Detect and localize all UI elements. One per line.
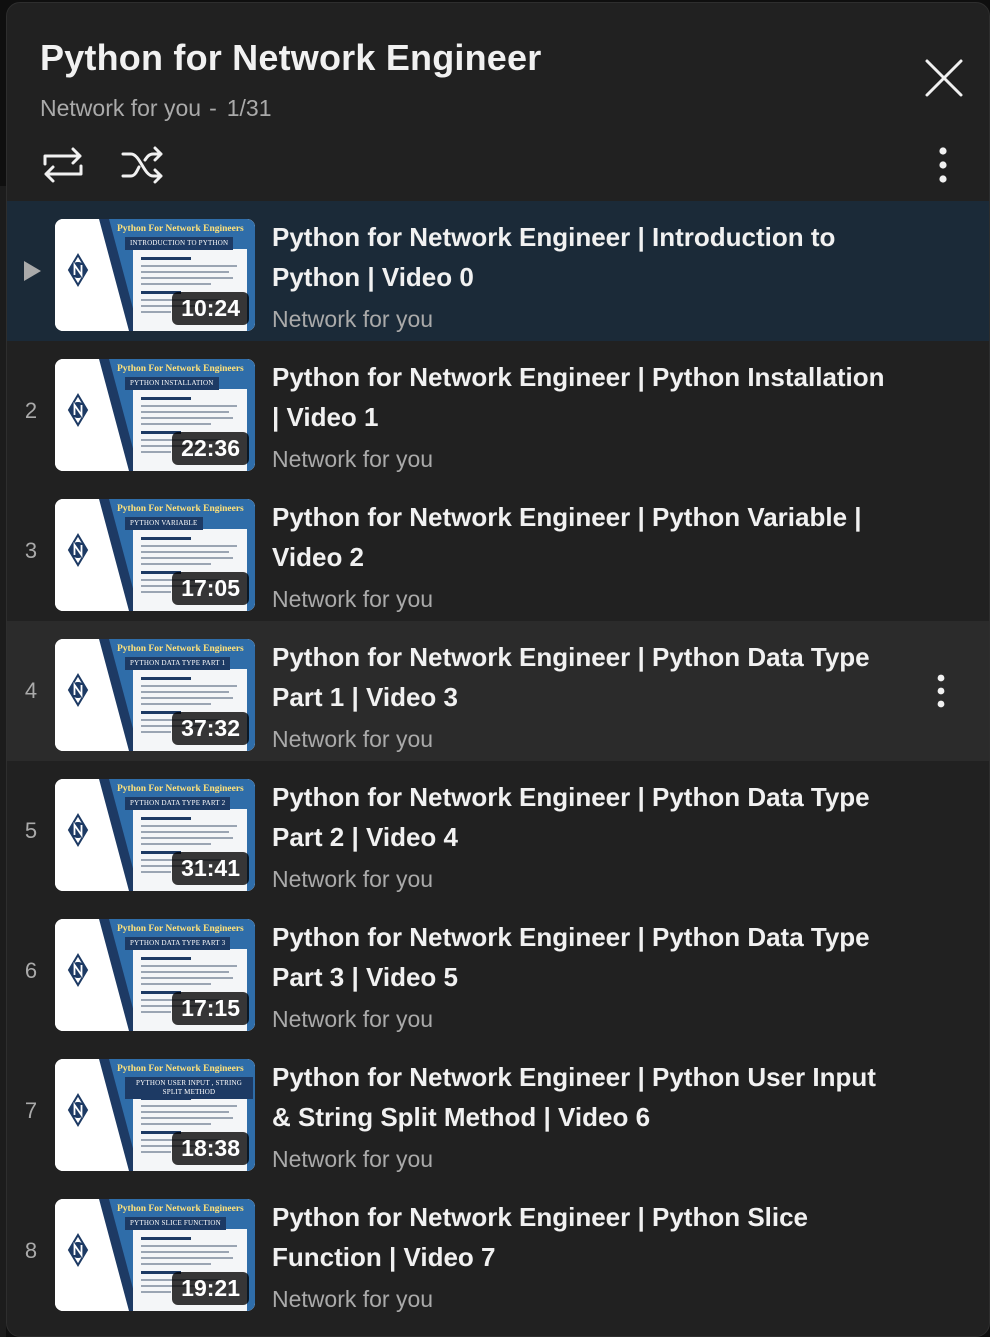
playlist-row[interactable]: 5 Python For Network Engineers PYTHON DA…: [7, 761, 989, 901]
video-thumbnail[interactable]: Python For Network Engineers PYTHON DATA…: [55, 919, 255, 1031]
thumbnail-topic: PYTHON DATA TYPE PART 2: [125, 797, 231, 810]
video-thumbnail[interactable]: Python For Network Engineers PYTHON SLIC…: [55, 1199, 255, 1311]
playlist-row[interactable]: 3 Python For Network Engineers PYTHON VA…: [7, 481, 989, 621]
playlist-channel[interactable]: Network for you: [40, 95, 201, 121]
loop-button[interactable]: [35, 139, 91, 191]
thumbnail-brand: Python For Network Engineers: [117, 504, 244, 514]
video-title[interactable]: Python for Network Engineer | Python Sli…: [272, 1197, 892, 1277]
video-thumbnail[interactable]: Python For Network Engineers INTRODUCTIO…: [55, 219, 255, 331]
now-playing-indicator: [22, 260, 42, 282]
video-duration: 17:15: [172, 992, 249, 1025]
video-channel[interactable]: Network for you: [272, 1286, 433, 1313]
video-channel[interactable]: Network for you: [272, 446, 433, 473]
playlist-title[interactable]: Python for Network Engineer: [40, 37, 541, 79]
video-duration: 19:21: [172, 1272, 249, 1305]
thumbnail-topic: PYTHON DATA TYPE PART 3: [125, 937, 231, 950]
video-title[interactable]: Python for Network Engineer | Python Ins…: [272, 357, 892, 437]
playlist-row[interactable]: 7 Python For Network Engineers PYTHON US…: [7, 1041, 989, 1181]
video-duration: 10:24: [172, 292, 249, 325]
video-channel[interactable]: Network for you: [272, 1006, 433, 1033]
video-duration: 18:38: [172, 1132, 249, 1165]
thumbnail-brand: Python For Network Engineers: [117, 644, 244, 654]
playlist-panel: Python for Network Engineer Network for …: [6, 2, 990, 1337]
video-duration: 31:41: [172, 852, 249, 885]
row-index: 2: [24, 398, 38, 423]
thumbnail-topic: PYTHON DATA TYPE PART 1: [125, 657, 231, 670]
video-title[interactable]: Python for Network Engineer | Python Dat…: [272, 917, 892, 997]
video-thumbnail[interactable]: Python For Network Engineers PYTHON DATA…: [55, 639, 255, 751]
row-index: 4: [24, 678, 38, 703]
video-thumbnail[interactable]: Python For Network Engineers PYTHON VARI…: [55, 499, 255, 611]
video-thumbnail[interactable]: Python For Network Engineers PYTHON DATA…: [55, 779, 255, 891]
playlist-position: 1/31: [226, 95, 272, 121]
video-title[interactable]: Python for Network Engineer | Python Dat…: [272, 637, 892, 717]
thumbnail-brand: Python For Network Engineers: [117, 784, 244, 794]
row-index: 6: [24, 958, 38, 983]
thumbnail-brand: Python For Network Engineers: [117, 224, 244, 234]
playlist-row[interactable]: ▶ Python For Network Engineers: [7, 201, 989, 341]
playlist-items: ▶ Python For Network Engineers: [7, 201, 989, 1321]
thumbnail-brand: Python For Network Engineers: [117, 364, 244, 374]
playlist-row[interactable]: 2 Python For Network Engineers PYTHON IN…: [7, 341, 989, 481]
video-channel[interactable]: Network for you: [272, 306, 433, 333]
playlist-subtitle: Network for you -1/31: [40, 95, 272, 122]
video-title[interactable]: Python for Network Engineer | Python Var…: [272, 497, 892, 577]
loop-icon: [43, 147, 83, 183]
video-title[interactable]: Python for Network Engineer | Introducti…: [272, 217, 892, 297]
thumbnail-brand: Python For Network Engineers: [117, 1204, 244, 1214]
row-index: 5: [24, 818, 38, 843]
row-index: 8: [24, 1238, 38, 1263]
row-index: 7: [24, 1098, 38, 1123]
video-channel[interactable]: Network for you: [272, 1146, 433, 1173]
playlist-more-button[interactable]: [923, 139, 963, 191]
close-button[interactable]: [919, 53, 969, 103]
more-vert-icon: [939, 147, 947, 183]
close-icon: [925, 59, 963, 97]
row-more-button[interactable]: [921, 665, 961, 717]
shuffle-icon: [121, 146, 163, 184]
video-duration: 17:05: [172, 572, 249, 605]
playlist-row[interactable]: 4 Python For Network Engineers PYTHON DA…: [7, 621, 989, 761]
thumbnail-brand: Python For Network Engineers: [117, 1064, 244, 1074]
subtitle-separator: -: [209, 95, 217, 121]
thumbnail-topic: PYTHON INSTALLATION: [125, 377, 219, 390]
playlist-row[interactable]: 8 Python For Network Engineers PYTHON SL…: [7, 1181, 989, 1321]
shuffle-button[interactable]: [115, 139, 171, 191]
video-duration: 37:32: [172, 712, 249, 745]
play-arrow-icon: [24, 261, 41, 281]
video-channel[interactable]: Network for you: [272, 726, 433, 753]
video-title[interactable]: Python for Network Engineer | Python Dat…: [272, 777, 892, 857]
thumbnail-topic: PYTHON SLICE FUNCTION: [125, 1217, 226, 1230]
thumbnail-brand: Python For Network Engineers: [117, 924, 244, 934]
thumbnail-topic: INTRODUCTION TO PYTHON: [125, 237, 234, 250]
playlist-row[interactable]: 6 Python For Network Engineers PYTHON DA…: [7, 901, 989, 1041]
thumbnail-topic: PYTHON USER INPUT , STRING SPLIT METHOD: [125, 1077, 253, 1099]
video-channel[interactable]: Network for you: [272, 866, 433, 893]
video-title[interactable]: Python for Network Engineer | Python Use…: [272, 1057, 892, 1137]
video-thumbnail[interactable]: Python For Network Engineers PYTHON USER…: [55, 1059, 255, 1171]
more-vert-icon: [937, 674, 945, 708]
playlist-header: Python for Network Engineer Network for …: [7, 3, 989, 201]
row-index: 3: [24, 538, 38, 563]
video-thumbnail[interactable]: Python For Network Engineers PYTHON INST…: [55, 359, 255, 471]
video-duration: 22:36: [172, 432, 249, 465]
video-channel[interactable]: Network for you: [272, 586, 433, 613]
thumbnail-topic: PYTHON VARIABLE: [125, 517, 203, 530]
